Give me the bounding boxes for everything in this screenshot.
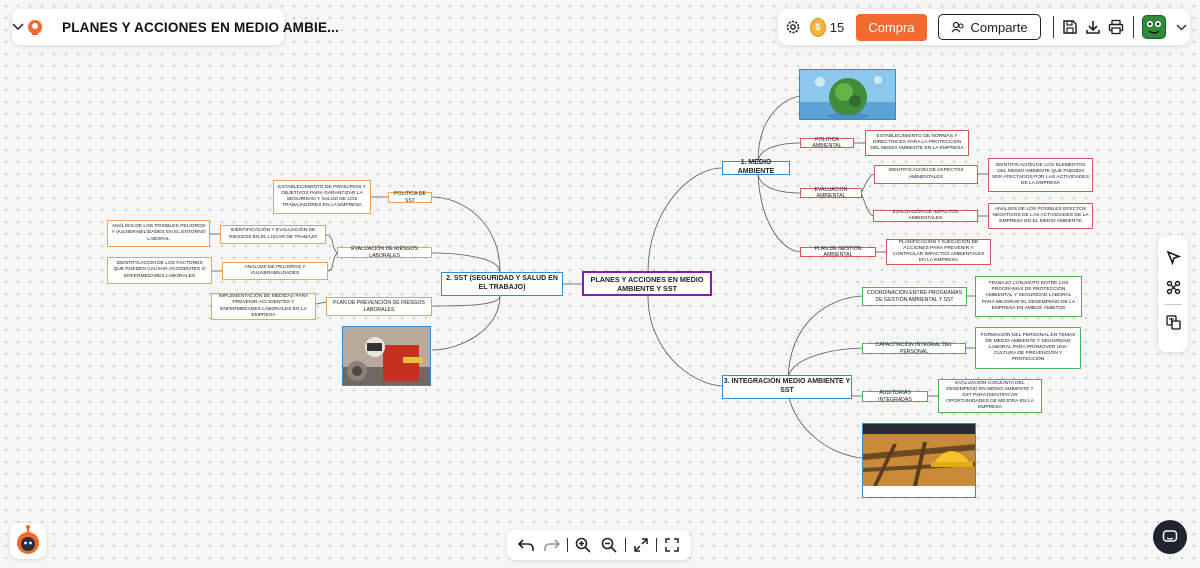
root-node[interactable]: PLANES Y ACCIONES EN MEDIO AMBIENTE Y SS… <box>582 271 712 296</box>
int-audits-node[interactable]: AUDITORÍAS INTEGRADAS <box>862 390 928 403</box>
root-node-label: PLANES Y ACCIONES EN MEDIO AMBIENTE Y SS… <box>590 274 704 293</box>
node-label: EVALUACIÓN AMBIENTAL <box>814 186 848 200</box>
zoom-in-icon[interactable] <box>572 534 594 556</box>
node-label: ANÁLISIS DE LOS POSIBLES PELIGROS Y VULN… <box>111 224 206 242</box>
int-coordination-node[interactable]: COORDINACIÓN ENTRE PROGRAMAS DE GESTIÓN … <box>862 287 967 306</box>
top-toolbar: $ 15 Compra Comparte <box>778 9 1190 45</box>
document-title-bar: PLANES Y ACCIONES EN MEDIO AMBIE... <box>12 9 339 45</box>
assistant-mascot[interactable] <box>10 523 46 559</box>
helmet-structure-image[interactable] <box>862 423 976 498</box>
cursor-icon[interactable] <box>1162 246 1184 268</box>
env-impacts-node[interactable]: EVALUACIÓN DE IMPACTOS AMBIENTALES <box>873 210 978 222</box>
bar-divider <box>655 538 657 552</box>
node-label: AUDITORÍAS INTEGRADAS <box>878 390 912 403</box>
node-label: POLITICA AMBIENTAL <box>812 136 842 150</box>
node-label: CAPACITACIÓN INTEGRAL DEL PERSONAL <box>875 342 953 355</box>
node-label: TRABAJO CONJUNTO ENTRE LOS PROGRAMAS DE … <box>981 281 1076 311</box>
download-icon[interactable] <box>1084 16 1102 38</box>
sst-hazard-analysis-node[interactable]: ANÁLISIS DE PELIGROS Y VULNERABILIDADES <box>222 262 328 280</box>
sst-hazard-id-detail[interactable]: ANÁLISIS DE LOS POSIBLES PELIGROS Y VULN… <box>107 220 210 247</box>
fullscreen-icon[interactable] <box>661 534 683 556</box>
worker-safety-image[interactable] <box>342 326 431 386</box>
main-node-label: 1. MEDIO AMBIENTE <box>737 159 775 175</box>
save-icon[interactable] <box>1061 16 1079 38</box>
node-label: ANÁLISIS DE LOS POSIBLES EFECTOS NEGATIV… <box>992 206 1089 225</box>
zoom-out-icon[interactable] <box>598 534 620 556</box>
translate-icon[interactable] <box>1162 311 1184 333</box>
int-coordination-detail[interactable]: TRABAJO CONJUNTO ENTRE LOS PROGRAMAS DE … <box>975 276 1082 317</box>
node-label: EVALUACIÓN DE IMPACTOS AMBIENTALES <box>892 209 959 221</box>
coin-count: 15 <box>829 19 845 35</box>
env-plan-node[interactable]: PLAN DE GESTIÓN AMBIENTAL <box>800 245 876 259</box>
int-training-detail[interactable]: FORMACIÓN DEL PERSONAL EN TEMAS DE MEDIO… <box>975 327 1081 369</box>
side-toolbar-divider <box>1164 304 1182 305</box>
command-icon[interactable] <box>1162 276 1184 298</box>
earth-globe-image[interactable] <box>799 69 896 120</box>
bar-divider <box>567 538 569 552</box>
chevron-down-icon[interactable] <box>1172 16 1190 38</box>
side-toolbar <box>1158 236 1188 352</box>
int-training-node[interactable]: CAPACITACIÓN INTEGRAL DEL PERSONAL <box>862 342 966 355</box>
chevron-down-icon[interactable] <box>12 20 24 34</box>
sst-policy-node[interactable]: POLITICA DE SST <box>388 191 432 204</box>
coin-icon: $ <box>809 17 826 37</box>
node-label: POLITICA DE SST <box>394 191 426 204</box>
env-plan-detail[interactable]: PLANIFICACIÓN Y EJECUCIÓN DE ACCIONES PA… <box>886 239 991 265</box>
node-label: ANÁLISIS DE PELIGROS Y VULNERABILIDADES <box>244 264 306 276</box>
main-node-label: 2. SST (SEGURIDAD Y SALUD EN EL TRABAJO) <box>446 275 558 291</box>
main-node-sst[interactable]: 2. SST (SEGURIDAD Y SALUD EN EL TRABAJO) <box>441 272 563 296</box>
share-button-label: Comparte <box>970 19 1028 35</box>
node-label: IDENTIFICACIÓN DE ASPECTOS AMBIENTALES <box>888 168 964 180</box>
share-people-icon <box>951 21 964 33</box>
env-policy-detail[interactable]: ESTABLECIMIENTO DE NORMAS Y DIRECTRICES … <box>865 130 969 156</box>
app-logo[interactable] <box>26 18 44 36</box>
node-label: COORDINACIÓN ENTRE PROGRAMAS DE GESTIÓN … <box>866 290 963 303</box>
chat-icon[interactable] <box>1153 520 1187 554</box>
print-icon[interactable] <box>1107 16 1125 38</box>
undo-icon[interactable] <box>515 534 537 556</box>
gear-icon[interactable] <box>784 16 802 38</box>
redo-icon[interactable] <box>541 534 563 556</box>
env-evaluation-node[interactable]: EVALUACIÓN AMBIENTAL <box>800 186 862 200</box>
sst-risk-eval-node[interactable]: EVALUACIÓN DE RIESGOS LABORALES <box>337 246 432 259</box>
expand-icon[interactable] <box>630 534 652 556</box>
sst-policy-detail[interactable]: ESTABLECIMIENTO DE PRINCIPIOS Y OBJETIVO… <box>273 180 371 214</box>
node-label: ESTABLECIMIENTO DE PRINCIPIOS Y OBJETIVO… <box>278 184 366 209</box>
env-impacts-detail[interactable]: ANÁLISIS DE LOS POSIBLES EFECTOS NEGATIV… <box>988 203 1093 229</box>
node-label: PLAN DE PREVENCIÓN DE RIESGOS LABORALES <box>333 300 425 313</box>
env-policy-node[interactable]: POLITICA AMBIENTAL <box>800 136 854 150</box>
env-aspects-detail[interactable]: IDENTIFICACIÓN DE LOS ELEMENTOS DEL MEDI… <box>988 158 1093 192</box>
sst-hazard-analysis-detail[interactable]: IDENTIFICACIÓN DE LOS FACTORES QUE PUEDE… <box>107 257 212 284</box>
node-label: IDENTIFICACIÓN DE LOS FACTORES QUE PUEDE… <box>113 261 206 279</box>
env-aspects-node[interactable]: IDENTIFICACIÓN DE ASPECTOS AMBIENTALES <box>874 165 978 184</box>
node-label: PLANIFICACIÓN Y EJECUCIÓN DE ACCIONES PA… <box>892 239 985 264</box>
toolbar-divider <box>1133 16 1135 38</box>
int-audits-detail[interactable]: EVALUACIÓN CONJUNTA DEL DESEMPEÑO EN MED… <box>938 379 1042 413</box>
sst-prevention-detail[interactable]: IMPLEMENTACIÓN DE MEDIDAS PARA PREVENIR … <box>211 293 316 320</box>
share-button[interactable]: Comparte <box>937 14 1041 40</box>
bar-divider <box>624 538 626 552</box>
node-label: EVALUACIÓN CONJUNTA DEL DESEMPEÑO EN MED… <box>946 380 1034 411</box>
main-node-environment[interactable]: 1. MEDIO AMBIENTE <box>722 159 790 175</box>
document-title[interactable]: PLANES Y ACCIONES EN MEDIO AMBIE... <box>62 20 339 35</box>
main-node-label: 3. INTEGRACIÓN MEDIO AMBIENTE Y SST <box>723 378 851 394</box>
node-label: FORMACIÓN DEL PERSONAL EN TEMAS DE MEDIO… <box>980 332 1076 363</box>
node-label: IDENTIFICACIÓN DE LOS ELEMENTOS DEL MEDI… <box>992 162 1089 187</box>
sst-prevention-node[interactable]: PLAN DE PREVENCIÓN DE RIESGOS LABORALES <box>326 297 432 316</box>
user-avatar[interactable] <box>1142 15 1167 39</box>
view-controls-bar <box>507 530 691 560</box>
node-label: IDENTIFICACIÓN Y EVALUACIÓN DE RIESGOS E… <box>229 228 317 240</box>
node-label: PLAN DE GESTIÓN AMBIENTAL <box>814 245 862 259</box>
buy-button[interactable]: Compra <box>856 13 927 41</box>
node-label: EVALUACIÓN DE RIESGOS LABORALES <box>351 246 418 259</box>
sst-hazard-id-node[interactable]: IDENTIFICACIÓN Y EVALUACIÓN DE RIESGOS E… <box>220 225 326 244</box>
toolbar-divider <box>1052 16 1054 38</box>
node-label: ESTABLECIMIENTO DE NORMAS Y DIRECTRICES … <box>870 133 964 152</box>
main-node-integration[interactable]: 3. INTEGRACIÓN MEDIO AMBIENTE Y SST <box>722 375 852 399</box>
node-label: IMPLEMENTACIÓN DE MEDIDAS PARA PREVENIR … <box>218 294 309 318</box>
